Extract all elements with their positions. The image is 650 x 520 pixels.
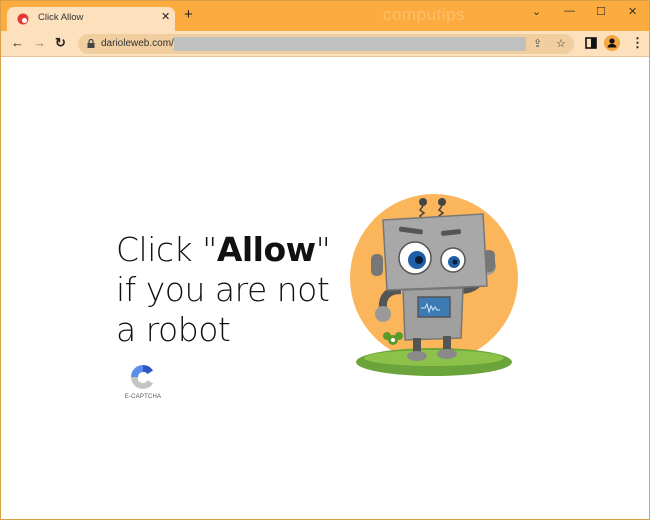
browser-toolbar: ← → ↻ darioleweb.com/ ⇪ ☆ ⋮ — [1, 31, 649, 57]
tab-close-icon[interactable]: ✕ — [161, 10, 170, 23]
lock-icon — [87, 39, 95, 48]
maximize-button[interactable]: ☐ — [596, 5, 606, 18]
watermark: computips — [383, 5, 465, 24]
menu-kebab-icon[interactable]: ⋮ — [631, 36, 644, 50]
new-tab-button[interactable]: + — [184, 7, 193, 22]
side-panel-icon[interactable] — [585, 37, 597, 49]
tab-title: Click Allow — [38, 12, 84, 23]
ecaptcha-label: E-CAPTCHA — [124, 394, 162, 400]
headline: Click "Allow" if you are not a robot — [116, 230, 356, 350]
close-window-button[interactable]: ✕ — [628, 5, 637, 18]
ecaptcha-logo-icon — [131, 365, 153, 389]
ecaptcha-badge: E-CAPTCHA — [119, 363, 167, 400]
url-text[interactable]: darioleweb.com/ — [101, 38, 174, 49]
reload-button[interactable]: ↻ — [55, 36, 66, 50]
url-redacted — [174, 37, 526, 51]
share-icon[interactable]: ⇪ — [533, 37, 542, 50]
headline-pre: Click " — [116, 230, 217, 269]
profile-avatar-icon[interactable] — [604, 35, 620, 51]
forward-button[interactable]: → — [33, 36, 46, 50]
browser-window: Click Allow ✕ + computips ⌄ — ☐ ✕ ← → ↻ … — [0, 0, 650, 520]
robot-illustration — [350, 194, 518, 376]
favicon-icon — [17, 13, 29, 25]
title-bar: Click Allow ✕ + computips ⌄ — ☐ ✕ — [1, 1, 649, 31]
bookmark-star-icon[interactable]: ☆ — [556, 37, 566, 50]
back-button[interactable]: ← — [11, 36, 24, 50]
tab-click-allow[interactable]: Click Allow ✕ — [7, 7, 175, 31]
minimize-button[interactable]: — — [564, 5, 575, 17]
headline-allow: Allow — [216, 230, 316, 269]
page-content: Click "Allow" if you are not a robot E-C… — [1, 58, 649, 519]
tab-search-icon[interactable]: ⌄ — [532, 5, 541, 18]
address-bar[interactable]: darioleweb.com/ ⇪ ☆ — [78, 34, 574, 54]
